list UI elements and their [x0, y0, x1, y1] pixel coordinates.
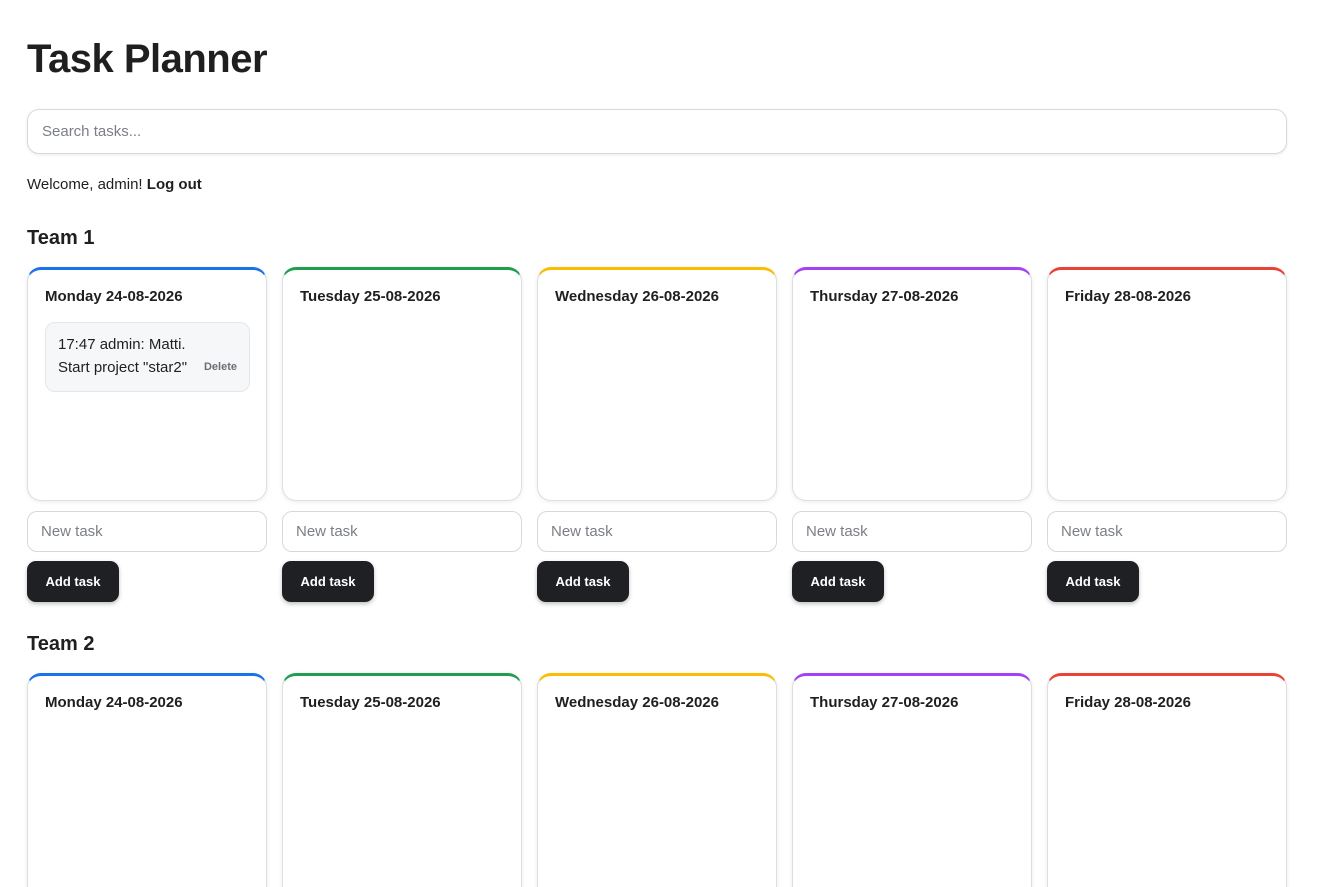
day-label: Thursday 27-08-2026 — [810, 694, 959, 711]
team-1-day-friday: Friday 28-08-2026 Add task — [1047, 267, 1287, 602]
search-input[interactable] — [27, 109, 1287, 154]
team-1-day-monday: Monday 24-08-2026 17:47 admin: Matti. St… — [27, 267, 267, 602]
day-label: Wednesday 26-08-2026 — [555, 694, 719, 711]
day-card: Tuesday 25-08-2026 — [282, 267, 522, 501]
day-label: Thursday 27-08-2026 — [810, 288, 959, 305]
task-planner-page: Task Planner Welcome, admin! Log out Tea… — [0, 0, 1322, 887]
day-card: Wednesday 26-08-2026 — [537, 267, 777, 501]
welcome-text: Welcome, admin! — [27, 176, 143, 193]
day-label: Monday 24-08-2026 — [45, 694, 183, 711]
day-card: Friday 28-08-2026 — [1047, 267, 1287, 501]
page-title: Task Planner — [27, 37, 268, 81]
team-2-day-wednesday: Wednesday 26-08-2026 — [537, 673, 777, 887]
welcome-bar: Welcome, admin! Log out — [27, 176, 202, 194]
add-task-button[interactable]: Add task — [282, 561, 374, 602]
day-label: Tuesday 25-08-2026 — [300, 694, 441, 711]
team-1-title: Team 1 — [27, 227, 95, 249]
day-card: Tuesday 25-08-2026 — [282, 673, 522, 887]
day-card: Thursday 27-08-2026 — [792, 673, 1032, 887]
day-card: Thursday 27-08-2026 — [792, 267, 1032, 501]
team-2-day-friday: Friday 28-08-2026 — [1047, 673, 1287, 887]
team-1-day-tuesday: Tuesday 25-08-2026 Add task — [282, 267, 522, 602]
team-1-day-wednesday: Wednesday 26-08-2026 Add task — [537, 267, 777, 602]
day-label: Friday 28-08-2026 — [1065, 694, 1191, 711]
day-card: Friday 28-08-2026 — [1047, 673, 1287, 887]
task-text: 17:47 admin: Matti. Start project "star2… — [58, 336, 188, 376]
day-card: Wednesday 26-08-2026 — [537, 673, 777, 887]
day-label: Wednesday 26-08-2026 — [555, 288, 719, 305]
team-2-title: Team 2 — [27, 633, 95, 655]
team-1-day-thursday: Thursday 27-08-2026 Add task — [792, 267, 1032, 602]
team-2-day-monday: Monday 24-08-2026 — [27, 673, 267, 887]
add-task-button[interactable]: Add task — [1047, 561, 1139, 602]
team-2-day-thursday: Thursday 27-08-2026 — [792, 673, 1032, 887]
add-task-button[interactable]: Add task — [27, 561, 119, 602]
day-label: Friday 28-08-2026 — [1065, 288, 1191, 305]
day-label: Tuesday 25-08-2026 — [300, 288, 441, 305]
new-task-input[interactable] — [792, 511, 1032, 552]
new-task-input[interactable] — [282, 511, 522, 552]
new-task-input[interactable] — [27, 511, 267, 552]
day-card: Monday 24-08-2026 17:47 admin: Matti. St… — [27, 267, 267, 501]
day-card: Monday 24-08-2026 — [27, 673, 267, 887]
add-task-button[interactable]: Add task — [537, 561, 629, 602]
delete-task-button[interactable]: Delete — [204, 356, 237, 379]
new-task-input[interactable] — [537, 511, 777, 552]
team-2-day-tuesday: Tuesday 25-08-2026 — [282, 673, 522, 887]
day-label: Monday 24-08-2026 — [45, 288, 183, 305]
logout-link[interactable]: Log out — [147, 176, 202, 193]
new-task-input[interactable] — [1047, 511, 1287, 552]
task-item: 17:47 admin: Matti. Start project "star2… — [45, 322, 250, 392]
add-task-button[interactable]: Add task — [792, 561, 884, 602]
